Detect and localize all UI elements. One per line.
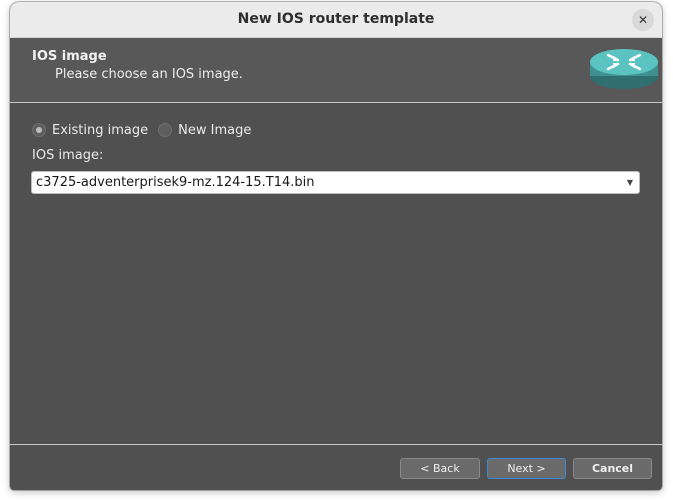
next-button[interactable]: Next > xyxy=(487,458,566,479)
ios-image-select[interactable]: c3725-adventerprisek9-mz.124-15.T14.bin … xyxy=(31,171,640,194)
ios-image-label: IOS image: xyxy=(32,148,104,163)
existing-image-radio[interactable] xyxy=(32,123,46,137)
new-image-label[interactable]: New Image xyxy=(178,123,251,138)
image-source-group: Existing image New Image xyxy=(32,121,261,139)
page-subtitle: Please choose an IOS image. xyxy=(55,67,243,82)
cancel-button[interactable]: Cancel xyxy=(573,458,652,479)
footer-divider xyxy=(10,444,662,445)
router-icon xyxy=(590,49,658,89)
existing-image-label[interactable]: Existing image xyxy=(52,123,148,138)
wizard-header: IOS image Please choose an IOS image. xyxy=(10,38,662,103)
window-title: New IOS router template xyxy=(237,11,435,27)
close-button[interactable]: ✕ xyxy=(632,9,654,31)
page-title: IOS image xyxy=(32,49,107,64)
dialog-window: New IOS router template ✕ IOS image Plea… xyxy=(10,2,662,490)
chevron-down-icon: ▼ xyxy=(626,178,633,187)
back-button[interactable]: < Back xyxy=(400,458,480,479)
close-icon: ✕ xyxy=(637,13,649,27)
ios-image-value: c3725-adventerprisek9-mz.124-15.T14.bin xyxy=(36,175,315,190)
titlebar[interactable]: New IOS router template ✕ xyxy=(10,2,662,38)
new-image-radio[interactable] xyxy=(158,123,173,137)
